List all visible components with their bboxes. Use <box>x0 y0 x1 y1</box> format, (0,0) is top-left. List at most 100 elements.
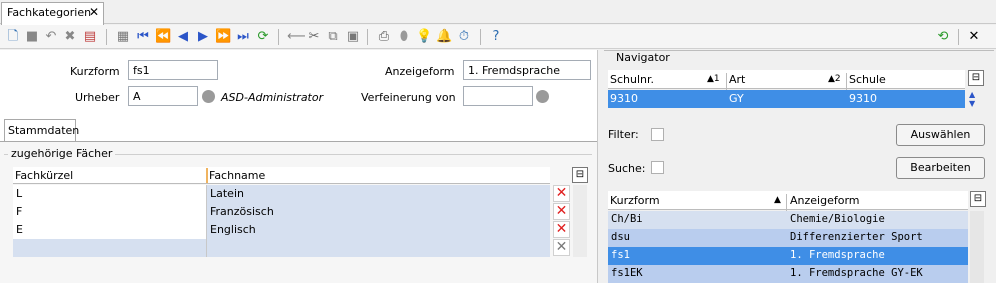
list-item[interactable]: fs1EK 1. Fremdsprache GY-EK <box>608 265 968 283</box>
urheber-field[interactable]: A <box>128 86 198 106</box>
cell-kurzform: fs1 <box>611 249 630 261</box>
list-item-selected[interactable]: fs1 1. Fremdsprache <box>608 247 968 265</box>
refresh-icon[interactable]: ⟳ <box>255 29 271 45</box>
suche-checkbox[interactable] <box>651 161 664 174</box>
col-art[interactable]: Art <box>729 73 745 86</box>
cell-anzeigeform: 1. Fremdsprache <box>790 249 885 261</box>
copy-icon[interactable]: ⧉ <box>325 29 341 45</box>
lightbulb-icon[interactable]: 💡 <box>416 29 432 45</box>
delete-row-icon[interactable]: ✕ <box>553 239 570 256</box>
filter-label: Filter: <box>608 128 639 141</box>
tab-stammdaten[interactable]: Stammdaten <box>4 119 79 141</box>
detail-panel: Kurzform fs1 Anzeigeform 1. Fremdsprache… <box>0 50 598 283</box>
subjects-scrollbar[interactable] <box>573 185 587 257</box>
column-chooser-icon[interactable]: ⊟ <box>572 167 588 183</box>
toolbar-separator <box>106 29 107 45</box>
column-chooser-icon[interactable]: ⊟ <box>970 191 986 207</box>
toolbar-separator <box>367 29 368 45</box>
next-record-icon[interactable]: ▶ <box>195 29 211 45</box>
last-record-icon[interactable]: ⏭ <box>235 29 251 45</box>
anzeigeform-label: Anzeigeform <box>385 65 455 78</box>
previous-record-icon[interactable]: ◀ <box>175 29 191 45</box>
cell-kuerzel[interactable] <box>13 239 207 257</box>
cell-schulnr: 9310 <box>610 92 638 105</box>
cell-anzeigeform: Differenzierter Sport <box>790 231 923 243</box>
col-fachname[interactable]: Fachname <box>209 169 265 182</box>
subjects-grid-header: Fachkürzel Fachname <box>13 167 550 184</box>
help-icon[interactable]: ? <box>488 29 504 45</box>
scroll-down-icon[interactable]: ▼ <box>969 99 975 108</box>
table-row[interactable]: L Latein <box>13 185 550 203</box>
cell-kuerzel[interactable]: F <box>13 203 207 221</box>
cell-fachname[interactable] <box>207 239 550 257</box>
cell-fachname[interactable]: Französisch <box>207 203 550 221</box>
toolbar-separator <box>278 29 279 45</box>
new-icon[interactable]: 🗋 <box>5 29 21 45</box>
cell-kuerzel[interactable]: E <box>13 221 207 239</box>
sync-icon[interactable]: ⟲ <box>935 29 951 45</box>
cell-kuerzel[interactable]: L <box>13 185 207 203</box>
kurzform-label: Kurzform <box>70 65 120 78</box>
urheber-lookup-icon[interactable] <box>202 90 215 103</box>
undo-icon[interactable]: ↶ <box>43 29 59 45</box>
cell-art: GY <box>729 92 744 105</box>
scroll-up-icon[interactable]: ▲ <box>969 90 975 99</box>
table-row[interactable]: F Französisch <box>13 203 550 221</box>
page-back-icon[interactable]: ⏪ <box>155 29 171 45</box>
urheber-label: Urheber <box>75 91 120 104</box>
tab-title: Fachkategorien <box>7 6 92 19</box>
anzeigeform-field[interactable]: 1. Fremdsprache <box>463 60 591 80</box>
navigator-title: Navigator <box>612 51 674 64</box>
clock-icon[interactable]: ⏱ <box>456 29 472 45</box>
suche-label: Suche: <box>608 162 646 175</box>
table-row[interactable]: E Englisch <box>13 221 550 239</box>
toolbar: 🗋 ■ ↶ ✖ ▤ ▦ ⏮ ⏪ ◀ ▶ ⏩ ⏭ ⟳ ⟵ ✂ ⧉ ▣ ⎙ ⬮ 💡 … <box>0 25 996 49</box>
list-item[interactable]: Ch/Bi Chemie/Biologie <box>608 211 968 229</box>
school-row-selected[interactable]: 9310 GY 9310 <box>608 90 965 108</box>
filter-checkbox[interactable] <box>651 128 664 141</box>
toolbar-separator <box>480 29 481 45</box>
kurzform-field[interactable]: fs1 <box>128 60 218 80</box>
delete-row-icon[interactable]: ✕ <box>553 221 570 238</box>
save-icon[interactable]: ■ <box>24 29 40 45</box>
col-fachkuerzel[interactable]: Fachkürzel <box>15 169 73 182</box>
cell-kurzform: Ch/Bi <box>611 213 643 225</box>
list-scrollbar[interactable] <box>970 211 984 283</box>
col-kurzform[interactable]: Kurzform <box>610 194 660 207</box>
cell-fachname[interactable]: Englisch <box>207 221 550 239</box>
verfeinerung-field[interactable] <box>463 86 533 106</box>
print-preview-icon[interactable]: ▦ <box>115 29 131 45</box>
auswaehlen-button[interactable]: Auswählen <box>896 124 985 146</box>
bubble-icon[interactable]: ⬮ <box>396 29 412 45</box>
list-item[interactable]: dsu Differenzierter Sport <box>608 229 968 247</box>
close-view-icon[interactable]: ✕ <box>966 29 982 45</box>
first-record-icon[interactable]: ⏮ <box>135 29 151 45</box>
bearbeiten-button[interactable]: Bearbeiten <box>896 157 985 179</box>
arrow-left-icon[interactable]: ⟵ <box>287 29 306 45</box>
column-chooser-icon[interactable]: ⊟ <box>968 70 984 86</box>
print-icon[interactable]: ⎙ <box>376 29 392 45</box>
cell-schule: 9310 <box>849 92 877 105</box>
verfeinerung-lookup-icon[interactable] <box>536 90 549 103</box>
new-row[interactable] <box>13 239 550 257</box>
column-divider <box>846 73 847 91</box>
document-tab-strip: Fachkategorien ✕ <box>0 0 996 25</box>
category-list-header: Kurzform ▲ Anzeigeform <box>608 191 968 212</box>
col-schulnr[interactable]: Schulnr. <box>610 73 654 86</box>
tab-close-icon[interactable]: ✕ <box>89 5 99 19</box>
cell-fachname[interactable]: Latein <box>207 185 550 203</box>
paste-icon[interactable]: ▣ <box>345 29 361 45</box>
col-schule[interactable]: Schule <box>849 73 886 86</box>
page-forward-icon[interactable]: ⏩ <box>215 29 231 45</box>
cell-anzeigeform: 1. Fremdsprache GY-EK <box>790 267 923 279</box>
delete-icon[interactable]: ✖ <box>62 29 78 45</box>
col-anzeigeform[interactable]: Anzeigeform <box>790 194 860 207</box>
delete-row-icon[interactable]: ✕ <box>553 185 570 202</box>
delete-row-icon[interactable]: ✕ <box>553 203 570 220</box>
bell-icon[interactable]: 🔔 <box>436 29 452 45</box>
urheber-description: ASD-Administrator <box>221 91 324 104</box>
cut-icon[interactable]: ✂ <box>306 29 322 45</box>
group-title: zugehörige Fächer <box>8 147 116 160</box>
tab-fachkategorien[interactable]: Fachkategorien ✕ <box>1 2 104 25</box>
discard-icon[interactable]: ▤ <box>82 29 98 45</box>
